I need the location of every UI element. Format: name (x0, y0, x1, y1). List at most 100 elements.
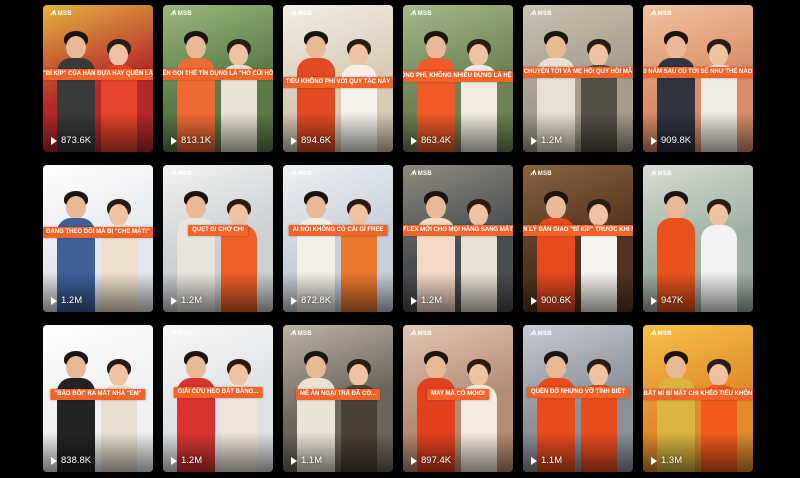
play-icon (531, 136, 537, 145)
play-icon (411, 296, 417, 305)
video-grid: ᗑ MSB "BÍ KÍP" CỦA HẢN ĐỰA HAY QUÊN LÀ 87… (43, 5, 753, 472)
play-icon (291, 136, 297, 145)
msb-logo: ᗑ MSB (170, 10, 192, 17)
view-count: 1.2M (411, 295, 442, 306)
video-caption: "BÍ KÍP" CỦA HẢN ĐỰA HAY QUÊN LÀ (43, 69, 153, 80)
view-count: 1.3M (651, 455, 682, 466)
view-count: 1.2M (51, 295, 82, 306)
play-icon (291, 456, 297, 465)
msb-logo: ᗑ MSB (410, 170, 432, 177)
view-count-label: 1.1M (301, 455, 323, 466)
view-count-label: 894.6K (301, 135, 332, 146)
msb-logo: ᗑ MSB (290, 330, 312, 337)
video-card[interactable]: ᗑ MSB 10 NĂM SAU CÙ TỚI SẼ NHƯ THẾ NÀO? 9… (643, 5, 753, 152)
video-caption: AI NÓI KHÔNG CÓ CÁI GÌ FREE (288, 225, 388, 236)
view-count: 909.8K (651, 135, 691, 146)
view-count-label: 1.2M (421, 295, 443, 306)
video-caption: "BẢO BỐI" RA MẮT NHÀ "EM" (50, 389, 146, 400)
view-count-label: 947K (661, 295, 684, 306)
view-count-label: 863.4K (421, 135, 452, 146)
view-count-label: 900.6K (541, 295, 572, 306)
msb-logo: ᗑ MSB (50, 10, 72, 17)
view-count: 1.2M (531, 135, 562, 146)
view-count: 1.2M (171, 455, 202, 466)
view-count: 897.4K (411, 455, 451, 466)
view-count-label: 1.2M (181, 295, 203, 306)
view-count-label: 909.8K (661, 135, 692, 146)
msb-logo: ᗑ MSB (650, 170, 672, 177)
video-card[interactable]: ᗑMSB KHÔNG PHÍ, KHÔNG NHIỀU ĐỪNG LÀ HỆ R… (403, 5, 513, 152)
view-count: 1.1M (531, 455, 562, 466)
play-icon (651, 296, 657, 305)
video-card[interactable]: ᗑ MSB TIỀU KHÔNG PHÍ VỚI QUY TẮC NÀY 894.… (283, 5, 393, 152)
view-count: 1.1M (291, 455, 322, 466)
video-caption: QUẸT ĐI CHỜ CHI (188, 225, 248, 236)
play-icon (51, 296, 57, 305)
video-card[interactable]: ᗑ MSB QUẸT ĐI CHỜ CHI 1.2M (163, 165, 273, 312)
video-caption: MAY MÀ CÓ MOIGI (427, 389, 489, 400)
view-count-label: 838.8K (61, 455, 92, 466)
view-count-label: 1.2M (61, 295, 83, 306)
msb-logo: ᗑ MSB (530, 170, 552, 177)
video-card[interactable]: ᗑ MSB ĐANG THEO DÕI MÀ BỊ "CHE MẶT!" 1.2M (43, 165, 153, 312)
video-card[interactable]: ᗑ MSB CHUYỆN TỚI VÀ MẸ HỎI QUY HỒI MÃ 1.2… (523, 5, 633, 152)
msb-logo: ᗑ MSB (410, 330, 432, 337)
msb-logo: ᗑ MSB (290, 170, 312, 177)
view-count-label: 813.1K (181, 135, 212, 146)
video-caption: QUẢN LÝ BẢN GIAO "BÍ KÍP" TRƯỚC KHI NGHỈ (523, 225, 633, 236)
play-icon (531, 296, 537, 305)
view-count-label: 872.8K (301, 295, 332, 306)
view-count-label: 873.6K (61, 135, 92, 146)
video-card[interactable]: ᗑ MSB MỀ ĂN NGẠI TRẢ ĐÃ CÓ... 1.1M (283, 325, 393, 472)
video-caption: MỀ ĂN NGẠI TRẢ ĐÃ CÓ... (296, 389, 380, 400)
view-count: 1.2M (171, 295, 202, 306)
video-card[interactable]: ᗑ MSB BẮT MÍ BÍ MẬT CHỊ KHÉO TIÊU KHÔN 1.… (643, 325, 753, 472)
view-count-label: 897.4K (421, 455, 452, 466)
play-icon (651, 456, 657, 465)
video-card[interactable]: ᗑ MSB "BẢO BỐI" RA MẮT NHÀ "EM" 838.8K (43, 325, 153, 472)
video-card[interactable]: ᗑ MSB FLEX MỚI CHO MỌI HÀNG SANG MẮT 1.2M (403, 165, 513, 312)
video-caption: ĐANG THEO DÕI MÀ BỊ "CHE MẶT!" (43, 227, 153, 238)
play-icon (51, 456, 57, 465)
video-card[interactable]: ᗑ MSB "BÍ KÍP" CỦA HẢN ĐỰA HAY QUÊN LÀ 87… (43, 5, 153, 152)
msb-logo: ᗑ MSB (50, 170, 72, 177)
video-card[interactable]: ᗑ MSB AI NÓI KHÔNG CÓ CÁI GÌ FREE 872.8K (283, 165, 393, 312)
play-icon (531, 456, 537, 465)
video-caption: TIỀU KHÔNG PHÍ VỚI QUY TẮC NÀY (283, 77, 393, 88)
msb-logo: ᗑ MSB (170, 170, 192, 177)
msb-logo: ᗑ MSB (290, 10, 312, 17)
view-count: 872.8K (291, 295, 331, 306)
play-icon (171, 296, 177, 305)
msb-logo: ᗑ MSB (410, 10, 432, 17)
view-count-label: 1.3M (661, 455, 683, 466)
video-card[interactable]: ᗑ MSB GIẢI CỨU HEO ĐẤT BẰNG... 1.2M (163, 325, 273, 472)
video-caption: FLEX MỚI CHO MỌI HÀNG SANG MẮT (403, 225, 513, 236)
play-icon (651, 136, 657, 145)
view-count-label: 1.2M (181, 455, 203, 466)
view-count: 947K (651, 295, 683, 306)
play-icon (51, 136, 57, 145)
view-count: 894.6K (291, 135, 331, 146)
video-caption: NÊN GỌI THẺ TÍN DỤNG LÀ "HỎ CỦI HỒI" (163, 69, 273, 80)
msb-logo: ᗑ MSB (530, 10, 552, 17)
play-icon (411, 136, 417, 145)
view-count-label: 1.1M (541, 455, 563, 466)
view-count-label: 1.2M (541, 135, 563, 146)
msb-logo: ᗑ MSB (50, 330, 72, 337)
video-card[interactable]: ᗑ MSB NÊN GỌI THẺ TÍN DỤNG LÀ "HỎ CỦI HỒI… (163, 5, 273, 152)
video-caption: BẮT MÍ BÍ MẬT CHỊ KHÉO TIÊU KHÔN (643, 389, 753, 400)
view-count: 838.8K (51, 455, 91, 466)
msb-logo: ᗑ MSB (170, 330, 192, 337)
video-caption: 10 NĂM SAU CÙ TỚI SẼ NHƯ THẾ NÀO? (643, 67, 753, 78)
video-card[interactable]: ᗑ MSB 947K (643, 165, 753, 312)
video-card[interactable]: ᗑ MSB QUÊN ĐÓ NHƯNG VỠ TÌNH BIẾT 1.1M (523, 325, 633, 472)
view-count: 873.6K (51, 135, 91, 146)
video-card[interactable]: ᗑ MSB MAY MÀ CÓ MOIGI 897.4K (403, 325, 513, 472)
video-caption: KHÔNG PHÍ, KHÔNG NHIỀU ĐỪNG LÀ HỆ RỒI (403, 71, 513, 82)
video-caption: CHUYỆN TỚI VÀ MẸ HỎI QUY HỒI MÃ (523, 67, 633, 78)
msb-logo: ᗑ MSB (650, 10, 672, 17)
play-icon (171, 136, 177, 145)
msb-logo: ᗑ MSB (650, 330, 672, 337)
play-icon (171, 456, 177, 465)
video-card[interactable]: ᗑMSB QUẢN LÝ BẢN GIAO "BÍ KÍP" TRƯỚC KHI… (523, 165, 633, 312)
